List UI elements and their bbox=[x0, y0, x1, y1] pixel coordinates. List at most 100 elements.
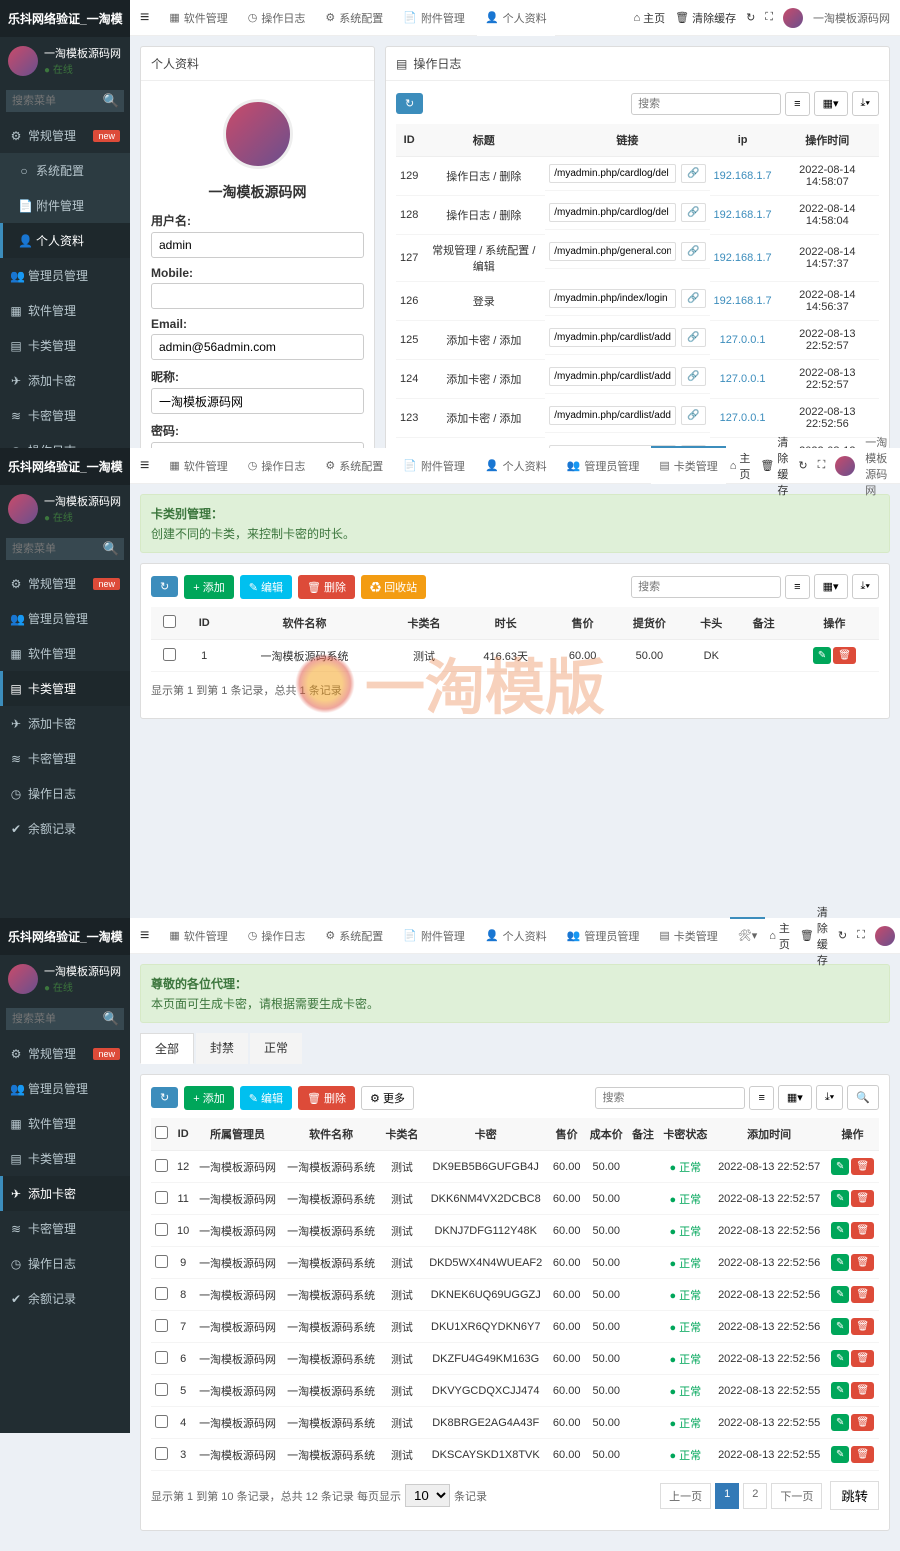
th[interactable]: 卡密状态 bbox=[658, 1118, 712, 1151]
page-size-select[interactable]: 10 bbox=[405, 1484, 450, 1507]
th[interactable]: 成本价 bbox=[585, 1118, 627, 1151]
ip-link[interactable]: 127.0.0.1 bbox=[720, 334, 766, 346]
search-icon[interactable]: 🔍 bbox=[847, 1085, 879, 1110]
th[interactable]: 时长 bbox=[460, 607, 552, 640]
nav-general[interactable]: ⚙常规管理new bbox=[0, 1036, 130, 1071]
link-icon[interactable]: 🔗 bbox=[681, 242, 705, 261]
search-icon[interactable]: 🔍 bbox=[98, 90, 124, 112]
nav-adminmgr[interactable]: 👥管理员管理 bbox=[0, 601, 130, 636]
ip-link[interactable]: 192.168.1.7 bbox=[714, 295, 772, 307]
ip-link[interactable]: 127.0.0.1 bbox=[720, 412, 766, 424]
edit-icon[interactable]: ✎ bbox=[831, 1446, 849, 1463]
table-search-input[interactable] bbox=[595, 1087, 745, 1109]
th[interactable]: 卡密 bbox=[423, 1118, 548, 1151]
url-input[interactable] bbox=[549, 203, 676, 222]
th[interactable]: 提货价 bbox=[614, 607, 686, 640]
page-button[interactable]: 2 bbox=[743, 1483, 767, 1509]
add-button[interactable]: + 添加 bbox=[184, 1086, 233, 1110]
th[interactable]: 操作 bbox=[790, 607, 879, 640]
ip-link[interactable]: 192.168.1.7 bbox=[714, 170, 772, 182]
tab-oplog[interactable]: ◷ 操作日志 bbox=[240, 448, 314, 484]
search-icon[interactable]: 🔍 bbox=[98, 538, 124, 560]
nav-softmgr[interactable]: ▦软件管理 bbox=[0, 636, 130, 671]
edit-icon[interactable]: ✎ bbox=[831, 1222, 849, 1239]
nav-attach[interactable]: 📄附件管理 bbox=[0, 188, 130, 223]
clear-cache-link[interactable]: 🗑 清除缓存 bbox=[760, 434, 788, 498]
th[interactable]: ID bbox=[188, 607, 221, 640]
row-checkbox[interactable] bbox=[155, 1159, 168, 1172]
row-checkbox[interactable] bbox=[155, 1319, 168, 1332]
menu-toggle-icon[interactable]: ≡ bbox=[140, 9, 149, 27]
nav-cardmgr[interactable]: ≋卡密管理 bbox=[0, 398, 130, 433]
refresh-icon[interactable]: ↻ bbox=[838, 929, 847, 942]
th[interactable]: 售价 bbox=[548, 1118, 585, 1151]
search-icon[interactable]: 🔍 bbox=[98, 1008, 124, 1030]
edit-icon[interactable]: ✎ bbox=[831, 1382, 849, 1399]
th[interactable]: 添加时间 bbox=[712, 1118, 826, 1151]
clear-cache-link[interactable]: 🗑 清除缓存 bbox=[800, 904, 828, 968]
link-icon[interactable]: 🔗 bbox=[681, 328, 705, 347]
edit-icon[interactable]: ✎ bbox=[831, 1414, 849, 1431]
th[interactable]: 操作 bbox=[826, 1118, 879, 1151]
link-icon[interactable]: 🔗 bbox=[681, 367, 705, 386]
ip-link[interactable]: 192.168.1.7 bbox=[714, 209, 772, 221]
edit-button[interactable]: ✎ 编辑 bbox=[240, 1086, 292, 1110]
th[interactable]: 备注 bbox=[627, 1118, 658, 1151]
edit-icon[interactable]: ✎ bbox=[831, 1158, 849, 1175]
tab-sysconf[interactable]: ⚙ 系统配置 bbox=[317, 918, 391, 954]
nav-adminmgr[interactable]: 👥管理员管理 bbox=[0, 258, 130, 293]
edit-icon[interactable]: ✎ bbox=[831, 1350, 849, 1367]
home-link[interactable]: ⌂ 主页 bbox=[769, 920, 790, 952]
table-search-input[interactable] bbox=[631, 576, 781, 598]
th[interactable]: 卡头 bbox=[685, 607, 737, 640]
nav-general[interactable]: ⚙常规管理new bbox=[0, 118, 130, 153]
url-input[interactable] bbox=[549, 367, 676, 386]
top-user[interactable]: 一淘模板源码网 bbox=[865, 434, 890, 498]
row-checkbox[interactable] bbox=[155, 1191, 168, 1204]
nav-general[interactable]: ⚙常规管理new bbox=[0, 566, 130, 601]
nav-adminmgr[interactable]: 👥管理员管理 bbox=[0, 1071, 130, 1106]
delete-icon[interactable]: 🗑 bbox=[851, 1382, 874, 1399]
edit-icon[interactable]: ✎ bbox=[813, 647, 831, 664]
th-time[interactable]: 操作时间 bbox=[776, 124, 879, 157]
clear-cache-link[interactable]: 🗑 清除缓存 bbox=[675, 10, 736, 26]
url-input[interactable] bbox=[549, 164, 676, 183]
view-grid-icon[interactable]: ▦▾ bbox=[778, 1085, 812, 1110]
search-input[interactable] bbox=[6, 90, 98, 112]
tab-ok[interactable]: 正常 bbox=[250, 1033, 302, 1064]
select-all-checkbox[interactable] bbox=[155, 1126, 168, 1139]
th[interactable]: 软件名称 bbox=[282, 1118, 381, 1151]
url-input[interactable] bbox=[549, 242, 676, 261]
delete-icon[interactable]: 🗑 bbox=[833, 647, 856, 664]
tab-tool[interactable]: 🛠▾ bbox=[730, 917, 766, 952]
tab-attach[interactable]: 📄 附件管理 bbox=[395, 918, 473, 954]
delete-icon[interactable]: 🗑 bbox=[851, 1190, 874, 1207]
page-button[interactable]: 1 bbox=[715, 1483, 739, 1509]
refresh-icon[interactable]: ↻ bbox=[746, 11, 755, 24]
tab-profile[interactable]: 👤 个人资料 bbox=[477, 918, 555, 954]
th[interactable]: 软件名称 bbox=[221, 607, 388, 640]
avatar-icon[interactable] bbox=[783, 8, 803, 28]
view-grid-icon[interactable]: ▦▾ bbox=[814, 574, 848, 599]
nav-softmgr[interactable]: ▦软件管理 bbox=[0, 1106, 130, 1141]
home-link[interactable]: ⌂ 主页 bbox=[633, 10, 665, 26]
delete-icon[interactable]: 🗑 bbox=[851, 1158, 874, 1175]
th[interactable]: 所属管理员 bbox=[194, 1118, 282, 1151]
url-input[interactable] bbox=[549, 289, 676, 308]
th-ip[interactable]: ip bbox=[710, 124, 776, 157]
url-input[interactable] bbox=[549, 406, 676, 425]
nav-cardmgr[interactable]: ≋卡密管理 bbox=[0, 741, 130, 776]
refresh-button[interactable]: ↻ bbox=[151, 576, 178, 597]
edit-button[interactable]: ✎ 编辑 bbox=[240, 575, 292, 599]
th-id[interactable]: ID bbox=[396, 124, 422, 157]
th[interactable]: 卡类名 bbox=[388, 607, 460, 640]
fullscreen-icon[interactable]: ⛶ bbox=[857, 929, 865, 942]
menu-toggle-icon[interactable]: ≡ bbox=[140, 927, 149, 945]
jump-button[interactable]: 跳转 bbox=[830, 1481, 879, 1510]
nav-oplog[interactable]: ◷操作日志 bbox=[0, 776, 130, 811]
tab-attach[interactable]: 📄 附件管理 bbox=[395, 448, 473, 484]
delete-button[interactable]: 🗑 删除 bbox=[298, 575, 355, 599]
edit-icon[interactable]: ✎ bbox=[831, 1254, 849, 1271]
nav-sysconf[interactable]: ○系统配置 bbox=[0, 153, 130, 188]
delete-icon[interactable]: 🗑 bbox=[851, 1350, 874, 1367]
